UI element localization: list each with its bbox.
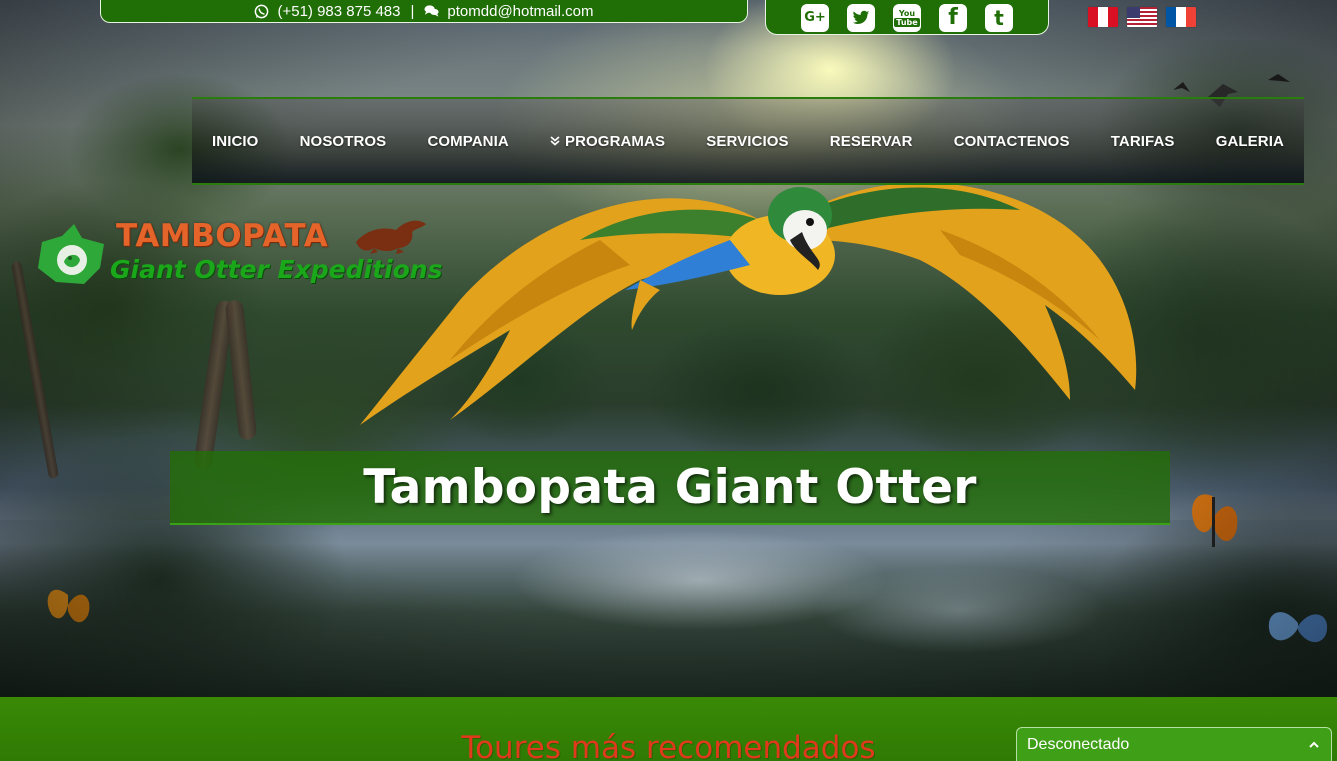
page: (+51) 983 875 483 | ptomdd@hotmail.com G… bbox=[0, 0, 1337, 761]
logo-title: TAMBOPATA bbox=[116, 218, 329, 254]
hero-title-banner: Tambopata Giant Otter bbox=[170, 451, 1170, 525]
double-chevron-down-icon bbox=[550, 136, 560, 146]
chat-status: Desconectado bbox=[1027, 736, 1130, 753]
nav-item-servicios[interactable]: SERVICIOS bbox=[706, 133, 788, 150]
nav-item-compania[interactable]: COMPANIA bbox=[427, 133, 508, 150]
flag-usa-icon[interactable] bbox=[1127, 7, 1157, 27]
contact-separator: | bbox=[410, 2, 415, 20]
main-navigation: INICIO NOSOTROS COMPANIA PROGRAMAS SERVI… bbox=[192, 97, 1304, 185]
chat-bubbles-icon bbox=[424, 4, 439, 19]
facebook-icon[interactable]: f bbox=[939, 3, 967, 32]
nav-item-programas-label: PROGRAMAS bbox=[565, 132, 666, 150]
nav-item-contactenos[interactable]: CONTACTENOS bbox=[954, 133, 1070, 150]
language-selector bbox=[1088, 7, 1196, 27]
nav-item-reservar[interactable]: RESERVAR bbox=[830, 133, 913, 150]
site-logo[interactable]: TAMBOPATA Giant Otter Expeditions bbox=[34, 208, 442, 293]
giant-otter-icon bbox=[356, 220, 426, 254]
twitter-icon[interactable] bbox=[847, 3, 875, 32]
chevron-up-icon[interactable] bbox=[1307, 738, 1321, 752]
logo-subtitle: Giant Otter Expeditions bbox=[110, 255, 443, 284]
nav-item-tarifas[interactable]: TARIFAS bbox=[1111, 133, 1175, 150]
flag-france-icon[interactable] bbox=[1166, 7, 1196, 27]
chat-widget[interactable]: Desconectado bbox=[1016, 727, 1332, 761]
logo-emblem-icon bbox=[38, 224, 104, 284]
nav-item-inicio[interactable]: INICIO bbox=[212, 133, 258, 150]
tumblr-icon[interactable]: t bbox=[985, 3, 1013, 32]
whatsapp-icon bbox=[254, 4, 269, 19]
email-link[interactable]: ptomdd@hotmail.com bbox=[447, 3, 593, 20]
top-contact-bar: (+51) 983 875 483 | ptomdd@hotmail.com bbox=[100, 0, 748, 23]
phone-number-link[interactable]: (+51) 983 875 483 bbox=[277, 3, 400, 20]
google-plus-icon[interactable]: G+ bbox=[801, 3, 829, 32]
nav-item-galeria[interactable]: GALERIA bbox=[1216, 133, 1284, 150]
nav-item-programas[interactable]: PROGRAMAS bbox=[550, 133, 665, 150]
hero-title: Tambopata Giant Otter bbox=[363, 459, 977, 515]
nav-item-nosotros[interactable]: NOSOTROS bbox=[300, 133, 387, 150]
social-links-bar: G+ You Tube f t bbox=[765, 0, 1049, 35]
youtube-icon[interactable]: You Tube bbox=[893, 3, 921, 32]
flag-peru-icon[interactable] bbox=[1088, 7, 1118, 27]
